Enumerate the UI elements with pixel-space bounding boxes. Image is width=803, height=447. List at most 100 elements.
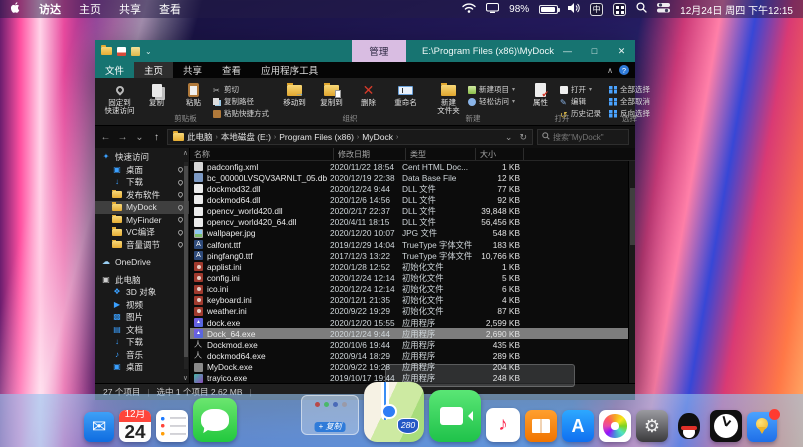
file-row[interactable]: dockmod64.dll2020/12/6 14:56DLL 文件92 KB [190,194,635,205]
file-row[interactable]: ico.ini2020/12/24 12:14初始化文件6 KB [190,284,635,295]
search-box[interactable] [537,129,629,145]
file-row[interactable]: calfont.ttf2019/12/29 14:04TrueType 字体文件… [190,239,635,250]
file-row[interactable]: Dockmod.exe2020/10/6 19:44应用程序435 KB [190,339,635,350]
properties-button[interactable]: 属性 [523,81,558,107]
sidebar-item-3D 对象[interactable]: ❖3D 对象 [95,286,189,299]
wifi-icon[interactable] [462,3,476,16]
quick-access-chevron-icon[interactable]: ⌄ [145,47,152,56]
sidebar-item-VC编译[interactable]: VC编译 [95,226,189,239]
breadcrumb-item[interactable]: Program Files (x86) [279,132,354,142]
dock-windows-icon[interactable] [782,416,803,442]
app-grid-icon[interactable] [613,3,626,16]
edit-button[interactable]: 编辑 [560,96,601,107]
new-folder-button[interactable]: 新建 文件夹 [431,81,466,116]
display-icon[interactable] [486,3,499,16]
breadcrumb-item[interactable]: MyDock [362,132,393,142]
new-item-button[interactable]: 新建项目▾ [468,84,515,95]
file-row[interactable]: opencv_world420.dll2020/2/17 22:37DLL 文件… [190,206,635,217]
sidebar-item-发布软件[interactable]: 发布软件 [95,189,189,202]
forward-button[interactable]: → [116,132,129,143]
control-center-icon[interactable] [657,3,670,16]
battery-icon[interactable] [539,5,558,14]
tab-share[interactable]: 共享 [173,62,212,78]
file-row[interactable]: keyboard.ini2020/12/1 21:35初始化文件4 KB [190,295,635,306]
column-header-name[interactable]: 名称 [190,148,334,160]
copy-button[interactable]: 复制 [139,81,174,107]
select-none-button[interactable]: 全部取消 [609,96,650,107]
manage-tab[interactable]: 管理 [352,40,406,62]
sidebar-scroll-down-icon[interactable]: ∨ [183,374,188,382]
dock-maps-icon[interactable]: 280 [364,382,424,442]
dock-facetime-icon[interactable] [429,390,481,442]
sidebar-item-音量调节[interactable]: 音量调节 [95,239,189,252]
list-scrollbar[interactable] [628,161,635,383]
file-row[interactable]: Dock_64.exe2020/12/24 9:44应用程序2,690 KB [190,328,635,339]
column-header-size[interactable]: 大小 [476,148,524,160]
sidebar-item-桌面[interactable]: ▣桌面 [95,164,189,177]
file-row[interactable]: pingfang0.ttf2017/12/3 13:22TrueType 字体文… [190,250,635,261]
sidebar-scroll-up-icon[interactable]: ∧ [183,149,188,157]
minimize-button[interactable]: — [554,40,581,62]
sidebar-item-音乐[interactable]: ♪音乐 [95,349,189,362]
delete-button[interactable]: ✕ 删除 [351,81,386,107]
column-header-type[interactable]: 类型 [406,148,476,160]
sidebar-item-MyFinder[interactable]: MyFinder [95,214,189,227]
title-bar[interactable]: ⌄ 管理 E:\Program Files (x86)\MyDock — □ ✕ [95,40,635,62]
up-button[interactable]: ↑ [150,132,163,143]
close-button[interactable]: ✕ [608,40,635,62]
file-row[interactable]: bc_00000LVSQV3ARNLT_05.db2020/12/19 22:3… [190,172,635,183]
pin-to-quick-access-button[interactable]: 固定到 快速访问 [102,81,137,116]
menu-item-finder[interactable]: 访达 [39,1,61,17]
dock-mail-icon[interactable] [84,412,114,442]
file-row[interactable]: weather.ini2020/9/22 19:29初始化文件87 KB [190,306,635,317]
copy-path-button[interactable]: 复制路径 [213,96,269,107]
breadcrumb[interactable]: 此电脑›本地磁盘 (E:)›Program Files (x86)›MyDock… [167,129,533,145]
file-row[interactable]: dockmod32.dll2020/12/24 9:44DLL 文件77 KB [190,183,635,194]
dock-messages-icon[interactable] [193,398,237,442]
rename-button[interactable]: 重命名 [388,81,423,107]
sidebar-item-快速访问[interactable]: ✦快速访问 [95,151,189,164]
volume-icon[interactable] [568,3,580,16]
file-row[interactable]: config.ini2020/12/24 12:14初始化文件5 KB [190,272,635,283]
menu-item-home[interactable]: 主页 [79,1,101,17]
dock-books-icon[interactable] [525,410,557,442]
column-header-date[interactable]: 修改日期 [334,148,406,160]
quick-newfolder-icon[interactable] [131,47,140,56]
history-dropdown-icon[interactable]: ⌄ [133,132,146,143]
sidebar-item-图片[interactable]: ▩图片 [95,311,189,324]
breadcrumb-item[interactable]: 此电脑 [187,131,213,143]
file-row[interactable]: dock.exe2020/12/20 15:55应用程序2,599 KB [190,317,635,328]
sidebar-item-文档[interactable]: ▤文档 [95,324,189,337]
sidebar-scrollbar[interactable] [184,162,188,369]
sidebar-item-下载[interactable]: ↓下载 [95,176,189,189]
move-to-button[interactable]: → 移动到 [277,81,312,107]
sidebar-item-下载[interactable]: ↓下载 [95,336,189,349]
sidebar-item-MyDock[interactable]: MyDock [95,201,189,214]
paste-button[interactable]: 粘贴 [176,81,211,107]
breadcrumb-item[interactable]: 本地磁盘 (E:) [221,131,271,143]
sidebar-item-此电脑[interactable]: ▣此电脑 [95,274,189,287]
file-row[interactable]: opencv_world420_64.dll2020/4/11 18:15DLL… [190,217,635,228]
maximize-button[interactable]: □ [581,40,608,62]
dock-game-center-icon[interactable] [242,388,296,442]
cut-button[interactable]: 剪切 [213,84,269,95]
select-all-button[interactable]: 全部选择 [609,84,650,95]
search-input[interactable] [553,133,624,142]
tab-home[interactable]: 主页 [134,62,173,78]
menu-item-share[interactable]: 共享 [119,1,141,17]
ribbon-collapse-icon[interactable]: ∧ [607,66,613,75]
copy-to-button[interactable]: 复制到 [314,81,349,107]
dock-music-icon[interactable] [486,408,520,442]
apple-logo-icon[interactable] [10,1,21,17]
dock-qq-icon[interactable] [673,410,705,442]
sidebar-item-桌面[interactable]: ▣桌面 [95,361,189,374]
sidebar-item-视频[interactable]: ▶视频 [95,299,189,312]
address-dropdown-icon[interactable]: ⌄ [505,132,513,143]
file-row[interactable]: applist.ini2020/1/28 12:52初始化文件1 KB [190,261,635,272]
tab-view[interactable]: 查看 [212,62,251,78]
dock-app-store-icon[interactable] [562,410,594,442]
dock-clock-icon[interactable] [710,410,742,442]
easy-access-button[interactable]: 轻松访问▾ [468,96,515,107]
file-row[interactable]: dockmod64.exe2020/9/14 18:29应用程序289 KB [190,350,635,361]
dock-reminders-icon[interactable] [156,410,188,442]
